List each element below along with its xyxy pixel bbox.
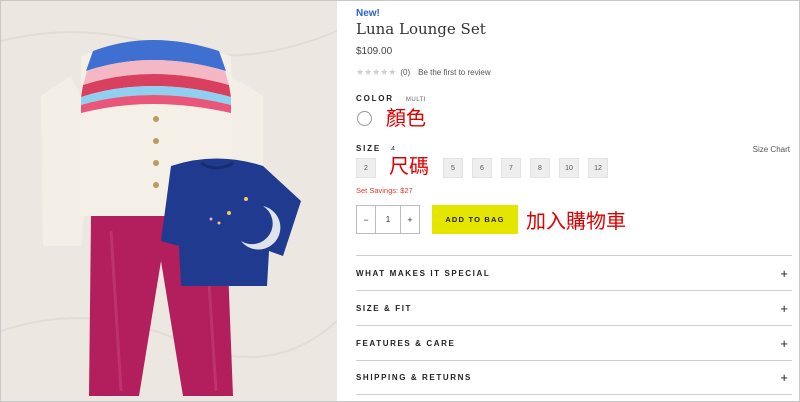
size-chart-link[interactable]: Size Chart [753,145,790,154]
plus-icon: + [780,370,788,385]
accordion-label: SHIPPING & RETURNS [356,373,472,382]
plus-icon: + [780,335,788,351]
annotation-size: 尺碼 [389,150,429,179]
size-option-5[interactable]: 5 [443,158,463,178]
accordion-what-makes-it-special[interactable]: WHAT MAKES IT SPECIAL + [356,255,792,290]
size-option-8[interactable]: 8 [530,158,550,178]
size-option-7[interactable]: 7 [501,158,521,178]
size-label: SIZE [356,144,381,153]
quantity-stepper: − 1 + [356,205,420,234]
star-rating-icon: ★★★★★ [356,67,397,77]
write-review-link[interactable]: Be the first to review [418,68,490,77]
size-option-2[interactable]: 2 [356,158,376,178]
annotation-color: 顏色 [386,106,426,130]
rating-row: ★★★★★ (0) Be the first to review [356,67,491,78]
quantity-value[interactable]: 1 [375,206,401,233]
set-savings: Set Savings: $27 [356,186,413,195]
accordion-size-fit[interactable]: SIZE & FIT + [356,290,792,325]
accordion-label: FEATURES & CARE [356,338,456,348]
size-option-10[interactable]: 10 [559,158,579,178]
annotation-add-to-bag: 加入購物車 [526,209,626,233]
accordion-features-care[interactable]: FEATURES & CARE + [356,325,792,360]
new-badge: New! [356,8,380,19]
accordion-label: SIZE & FIT [356,303,412,313]
product-price: $109.00 [356,46,393,57]
quantity-decrease-button[interactable]: − [357,206,375,233]
product-image-graphic [1,1,337,401]
accordion-shipping-returns[interactable]: SHIPPING & RETURNS + [356,360,792,395]
product-image[interactable] [1,1,337,401]
accordion-label: WHAT MAKES IT SPECIAL [356,268,491,278]
plus-icon: + [780,300,788,316]
plus-icon: + [780,265,788,281]
product-info-panel: New! Luna Lounge Set $109.00 ★★★★★ (0) B… [356,0,792,402]
size-option-12[interactable]: 12 [588,158,608,178]
color-swatch-multi[interactable] [357,111,372,126]
review-count: (0) [400,68,411,77]
quantity-increase-button[interactable]: + [401,206,419,233]
size-option-6[interactable]: 6 [472,158,492,178]
product-title: Luna Lounge Set [356,20,486,38]
add-to-bag-button[interactable]: ADD TO BAG [432,205,518,234]
